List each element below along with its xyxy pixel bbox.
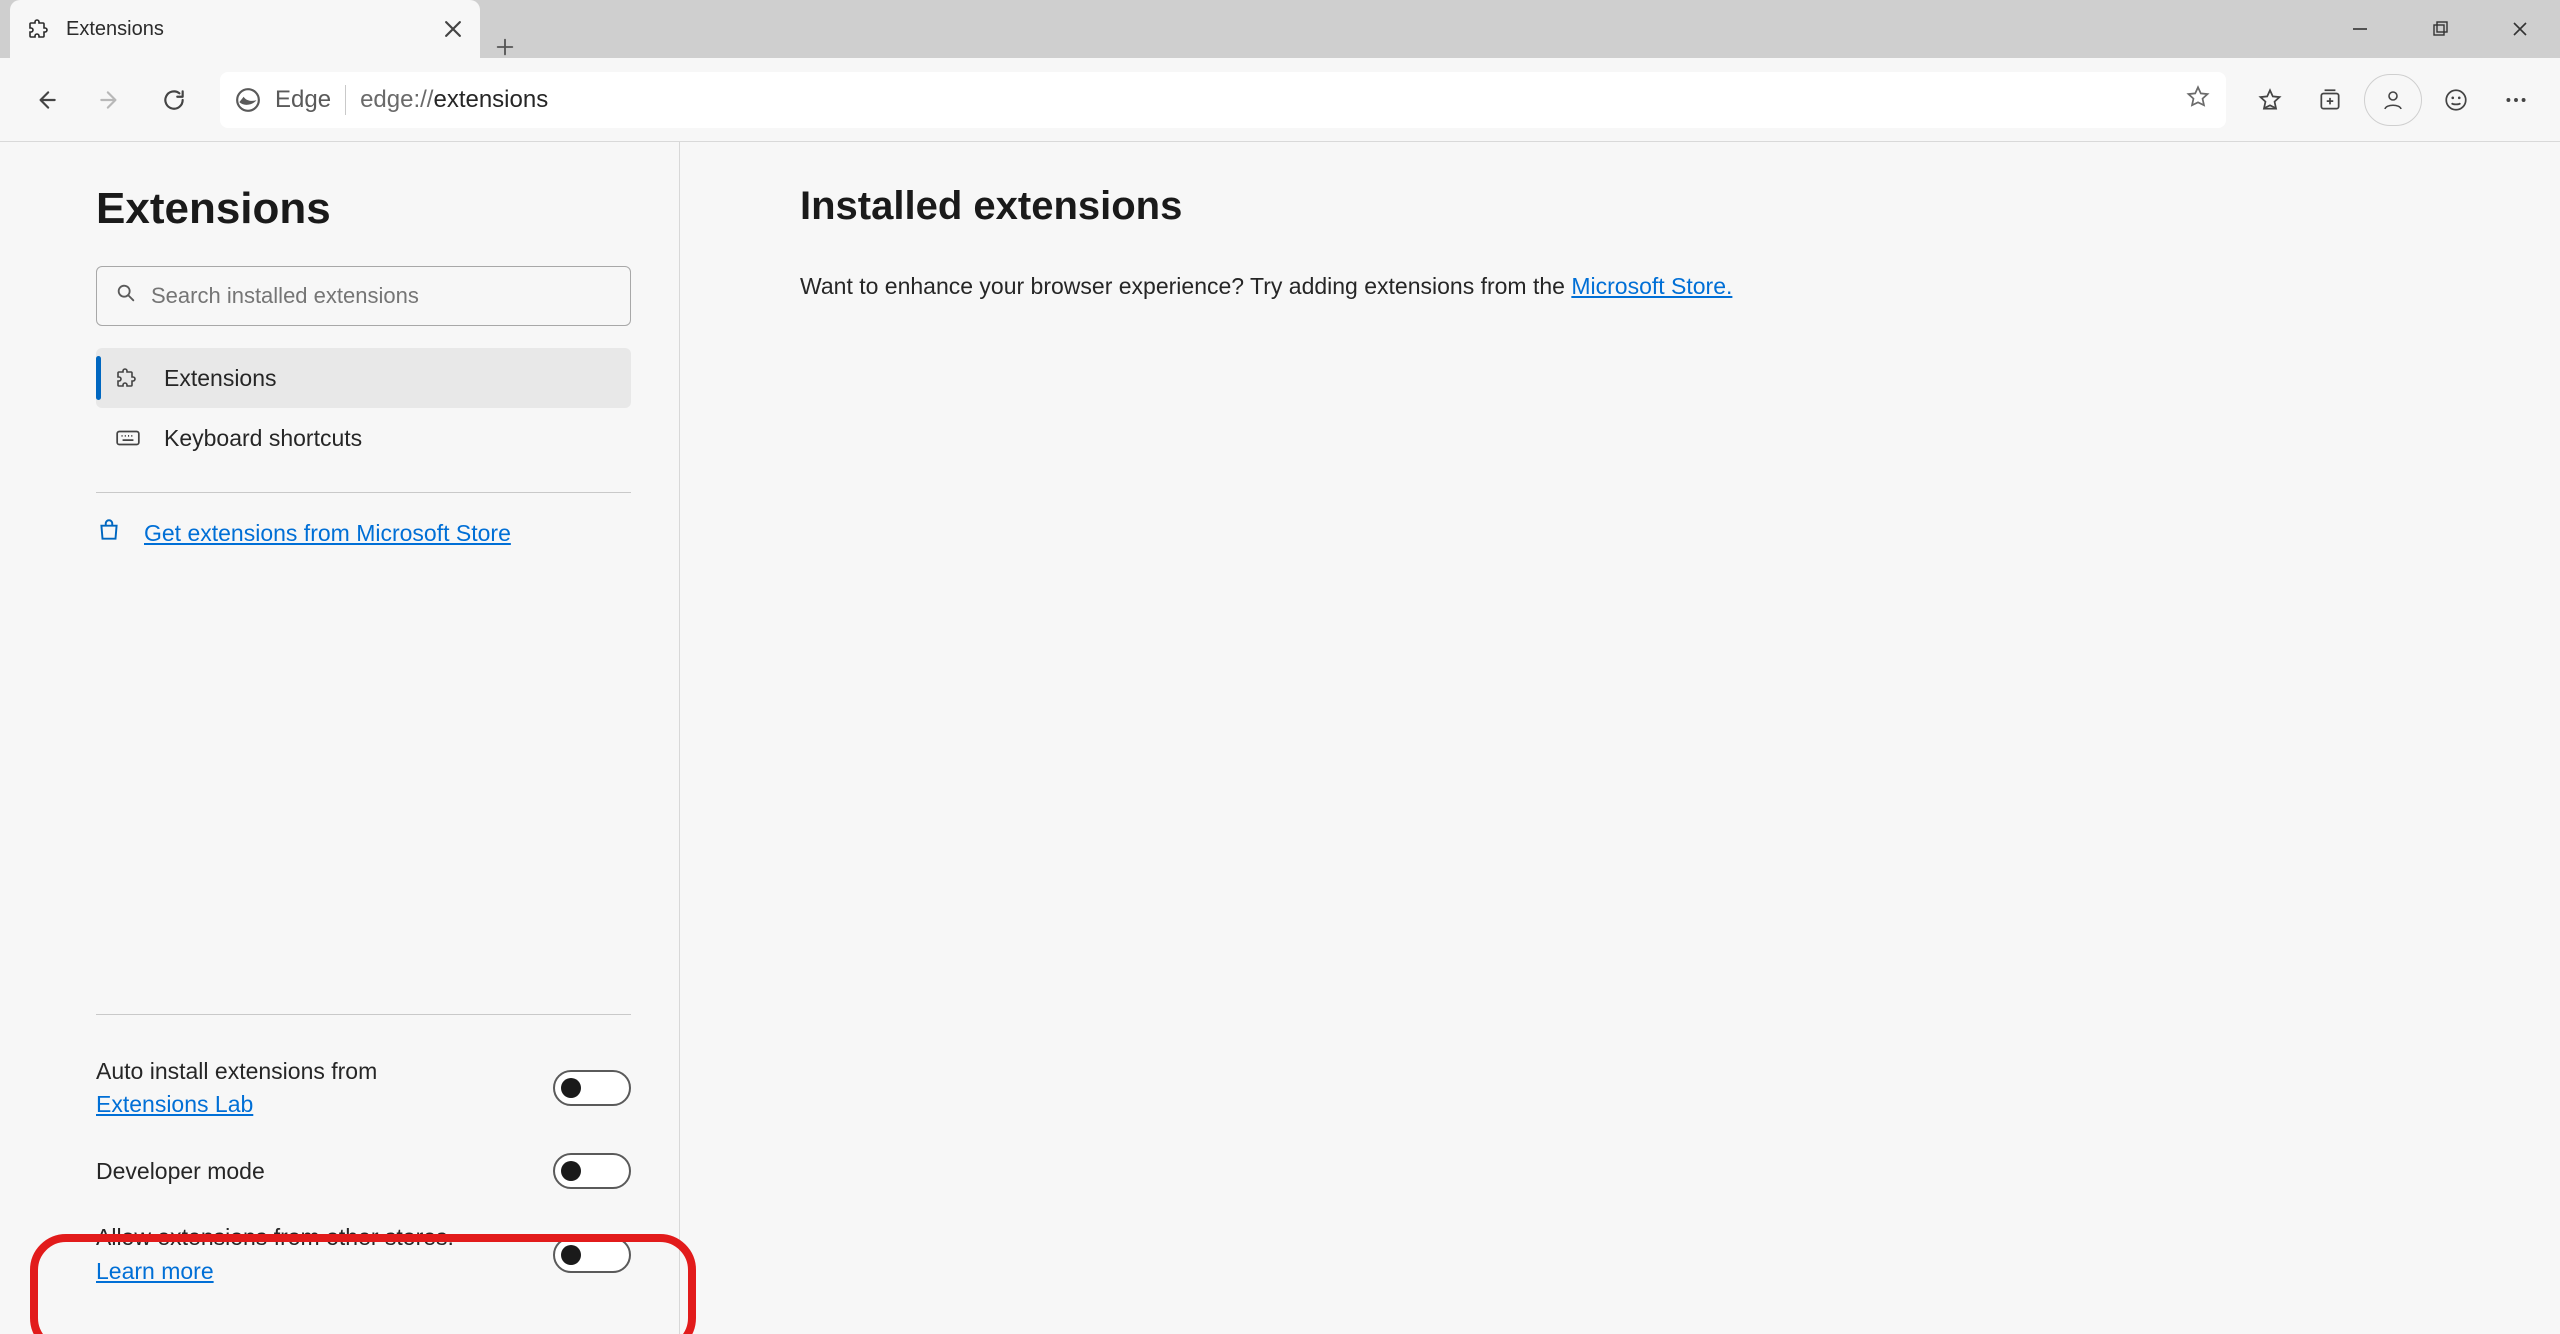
- address-bar[interactable]: Edge edge://extensions: [220, 72, 2226, 128]
- site-identity-label: Edge: [275, 86, 331, 114]
- main-blurb: Want to enhance your browser experience?…: [800, 269, 2440, 304]
- toggle-label: Auto install extensions from Extensions …: [96, 1055, 476, 1122]
- search-extensions-box[interactable]: [96, 266, 631, 326]
- favorites-button[interactable]: [2244, 74, 2296, 126]
- profile-button[interactable]: [2364, 74, 2422, 126]
- sidebar-bottom: Auto install extensions from Extensions …: [96, 990, 631, 1304]
- divider: [96, 492, 631, 493]
- toggle-row-other-stores: Allow extensions from other stores. Lear…: [96, 1205, 631, 1304]
- auto-install-toggle[interactable]: [553, 1070, 631, 1106]
- close-window-button[interactable]: [2480, 0, 2560, 58]
- main-panel: Installed extensions Want to enhance you…: [680, 142, 2560, 1334]
- nav-label: Extensions: [164, 365, 277, 392]
- tab-strip: Extensions: [0, 0, 2320, 58]
- toggle-row-auto-install: Auto install extensions from Extensions …: [96, 1039, 631, 1138]
- refresh-button[interactable]: [146, 72, 202, 128]
- developer-mode-toggle[interactable]: [553, 1153, 631, 1189]
- titlebar: Extensions: [0, 0, 2560, 58]
- nav-label: Keyboard shortcuts: [164, 425, 362, 452]
- maximize-button[interactable]: [2400, 0, 2480, 58]
- url-path: extensions: [433, 86, 548, 113]
- url-scheme: edge://: [360, 86, 433, 113]
- puzzle-icon: [114, 364, 142, 392]
- new-tab-button[interactable]: [480, 36, 530, 58]
- sidebar-title: Extensions: [96, 184, 631, 234]
- settings-more-button[interactable]: [2490, 74, 2542, 126]
- minimize-button[interactable]: [2320, 0, 2400, 58]
- toolbar: Edge edge://extensions: [0, 58, 2560, 142]
- toggle-row-developer-mode: Developer mode: [96, 1137, 631, 1205]
- toggle-label: Developer mode: [96, 1155, 265, 1188]
- other-stores-toggle[interactable]: [553, 1237, 631, 1273]
- get-extensions-store-link[interactable]: Get extensions from Microsoft Store: [144, 520, 511, 547]
- address-url: edge://extensions: [360, 86, 2171, 114]
- other-stores-learn-more-link[interactable]: Learn more: [96, 1258, 214, 1284]
- main-heading: Installed extensions: [800, 184, 2440, 229]
- browser-tab[interactable]: Extensions: [10, 0, 480, 58]
- store-link-row: Get extensions from Microsoft Store: [96, 517, 631, 549]
- extensions-lab-link[interactable]: Extensions Lab: [96, 1091, 253, 1117]
- divider: [96, 1014, 631, 1015]
- store-icon: [96, 517, 122, 549]
- microsoft-store-link[interactable]: Microsoft Store.: [1571, 273, 1732, 299]
- keyboard-icon: [114, 424, 142, 452]
- nav-item-keyboard-shortcuts[interactable]: Keyboard shortcuts: [96, 408, 631, 468]
- search-input[interactable]: [151, 283, 612, 309]
- collections-button[interactable]: [2304, 74, 2356, 126]
- sidebar: Extensions Extensions Keyboard shortcuts: [0, 142, 680, 1334]
- favorite-star-icon[interactable]: [2185, 84, 2211, 115]
- feedback-smiley-button[interactable]: [2430, 74, 2482, 126]
- puzzle-icon: [28, 17, 52, 41]
- content-area: Extensions Extensions Keyboard shortcuts: [0, 142, 2560, 1334]
- nav-item-extensions[interactable]: Extensions: [96, 348, 631, 408]
- sidebar-nav: Extensions Keyboard shortcuts: [96, 348, 631, 468]
- tab-close-button[interactable]: [442, 18, 464, 40]
- tab-title: Extensions: [66, 18, 428, 41]
- search-icon: [115, 282, 137, 310]
- address-divider: [345, 85, 346, 115]
- site-identity[interactable]: Edge: [235, 86, 331, 114]
- forward-button[interactable]: [82, 72, 138, 128]
- back-button[interactable]: [18, 72, 74, 128]
- edge-logo-icon: [235, 87, 261, 113]
- toggle-label: Allow extensions from other stores. Lear…: [96, 1221, 476, 1288]
- window-controls: [2320, 0, 2560, 58]
